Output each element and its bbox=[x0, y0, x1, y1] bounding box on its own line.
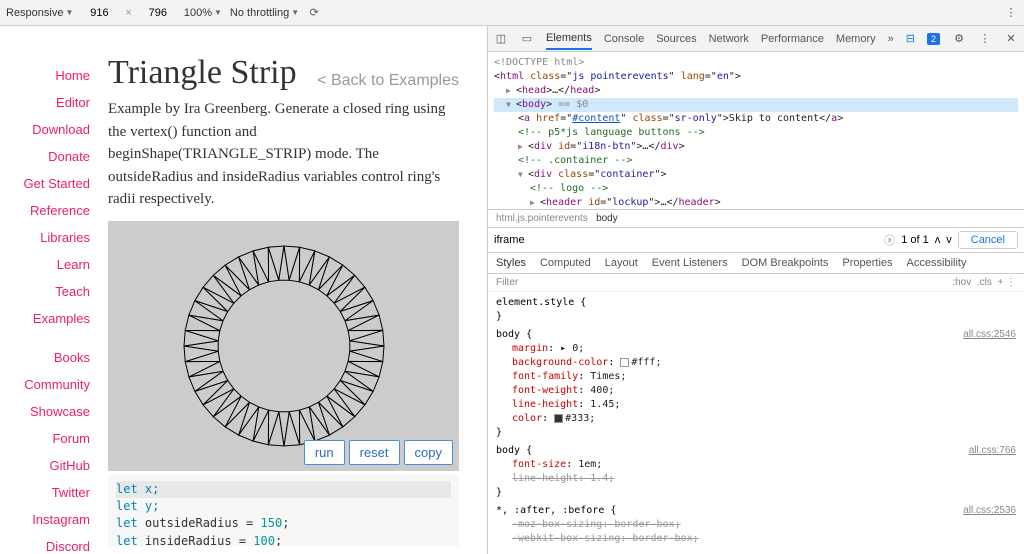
nav-libraries[interactable]: Libraries bbox=[8, 224, 96, 251]
device-icon[interactable]: ▭ bbox=[520, 32, 534, 46]
tab-properties[interactable]: Properties bbox=[842, 257, 892, 269]
styles-tabs: Styles Computed Layout Event Listeners D… bbox=[488, 253, 1024, 274]
zoom-select[interactable]: 100%▼ bbox=[184, 7, 222, 19]
styles-pane[interactable]: element.style {} body {all.css:2546 marg… bbox=[488, 292, 1024, 554]
kebab-icon[interactable]: ⋮ bbox=[1004, 6, 1018, 20]
nav-editor[interactable]: Editor bbox=[8, 89, 96, 116]
cls-toggle[interactable]: .cls bbox=[977, 277, 992, 288]
search-input[interactable] bbox=[494, 234, 878, 246]
example-canvas: run reset copy bbox=[108, 221, 459, 471]
viewport: Home Editor Download Donate Get Started … bbox=[0, 26, 488, 554]
site-nav: Home Editor Download Donate Get Started … bbox=[8, 34, 100, 546]
nav-teach[interactable]: Teach bbox=[8, 278, 96, 305]
nav-getstarted[interactable]: Get Started bbox=[8, 170, 96, 197]
kebab-icon[interactable]: ⋮ bbox=[978, 32, 992, 46]
clear-icon[interactable]: ⓧ bbox=[884, 232, 895, 248]
search-bar: ⓧ 1 of 1 ʌ v Cancel bbox=[488, 227, 1024, 253]
styles-kebab-icon[interactable]: ⋮ bbox=[1006, 277, 1016, 288]
nav-download[interactable]: Download bbox=[8, 116, 96, 143]
nav-github[interactable]: GitHub bbox=[8, 452, 96, 479]
reset-button[interactable]: reset bbox=[349, 440, 400, 465]
filter-row: Filter :hov .cls + ⋮ bbox=[488, 274, 1024, 292]
nav-reference[interactable]: Reference bbox=[8, 197, 96, 224]
nav-books[interactable]: Books bbox=[8, 344, 96, 371]
nav-home[interactable]: Home bbox=[8, 62, 96, 89]
tab-memory[interactable]: Memory bbox=[836, 33, 876, 45]
nav-twitter[interactable]: Twitter bbox=[8, 479, 96, 506]
triangle-strip-ring bbox=[174, 236, 394, 456]
throttle-select[interactable]: No throttling▼ bbox=[230, 7, 299, 19]
device-select[interactable]: Responsive▼ bbox=[6, 7, 73, 19]
nav-forum[interactable]: Forum bbox=[8, 425, 96, 452]
page-title: Triangle Strip bbox=[108, 54, 297, 92]
code-editor[interactable]: let x; let y; let outsideRadius = 150; l… bbox=[108, 475, 459, 547]
height-input[interactable] bbox=[140, 7, 176, 19]
dim-x: × bbox=[125, 7, 131, 19]
device-toolbar: Responsive▼ × 100%▼ No throttling▼ ⟳ ⋮ bbox=[0, 0, 1024, 26]
tab-sources[interactable]: Sources bbox=[656, 33, 696, 45]
close-icon[interactable]: ✕ bbox=[1004, 32, 1018, 46]
nav-showcase[interactable]: Showcase bbox=[8, 398, 96, 425]
tab-console[interactable]: Console bbox=[604, 33, 644, 45]
elements-tree[interactable]: <!DOCTYPE html> <html class="js pointere… bbox=[488, 52, 1024, 209]
tab-computed[interactable]: Computed bbox=[540, 257, 591, 269]
back-link[interactable]: < Back to Examples bbox=[317, 72, 459, 90]
hov-toggle[interactable]: :hov bbox=[952, 277, 971, 288]
devtools-tabs: ◫ ▭ Elements Console Sources Network Per… bbox=[488, 26, 1024, 52]
tab-accessibility[interactable]: Accessibility bbox=[907, 257, 967, 269]
filter-input[interactable]: Filter bbox=[496, 277, 518, 288]
tab-dombreak[interactable]: DOM Breakpoints bbox=[742, 257, 829, 269]
next-icon[interactable]: v bbox=[946, 234, 952, 246]
example-desc: Example by Ira Greenberg. Generate a clo… bbox=[108, 98, 459, 211]
rotate-icon[interactable]: ⟳ bbox=[307, 6, 321, 20]
width-input[interactable] bbox=[81, 7, 117, 19]
nav-instagram[interactable]: Instagram bbox=[8, 506, 96, 533]
run-button[interactable]: run bbox=[304, 440, 345, 465]
search-count: 1 of 1 bbox=[901, 234, 929, 246]
gear-icon[interactable]: ⚙ bbox=[952, 32, 966, 46]
messages-icon[interactable]: ⊟ bbox=[906, 32, 915, 45]
tab-elements[interactable]: Elements bbox=[546, 32, 592, 50]
cancel-button[interactable]: Cancel bbox=[958, 231, 1018, 249]
breadcrumb[interactable]: html.js.pointerevents body bbox=[488, 209, 1024, 227]
add-rule-icon[interactable]: + bbox=[997, 277, 1003, 288]
nav-discord[interactable]: Discord bbox=[8, 533, 96, 554]
inspect-icon[interactable]: ◫ bbox=[494, 32, 508, 46]
tab-network[interactable]: Network bbox=[709, 33, 749, 45]
copy-button[interactable]: copy bbox=[404, 440, 453, 465]
nav-community[interactable]: Community bbox=[8, 371, 96, 398]
nav-donate[interactable]: Donate bbox=[8, 143, 96, 170]
tab-more[interactable]: » bbox=[888, 33, 894, 45]
tab-eventlisteners[interactable]: Event Listeners bbox=[652, 257, 728, 269]
prev-icon[interactable]: ʌ bbox=[935, 234, 941, 246]
tab-styles[interactable]: Styles bbox=[496, 257, 526, 269]
messages-badge: 2 bbox=[927, 33, 940, 45]
nav-examples[interactable]: Examples bbox=[8, 305, 96, 332]
tab-performance[interactable]: Performance bbox=[761, 33, 824, 45]
devtools: ◫ ▭ Elements Console Sources Network Per… bbox=[488, 26, 1024, 554]
tab-layout[interactable]: Layout bbox=[605, 257, 638, 269]
nav-learn[interactable]: Learn bbox=[8, 251, 96, 278]
